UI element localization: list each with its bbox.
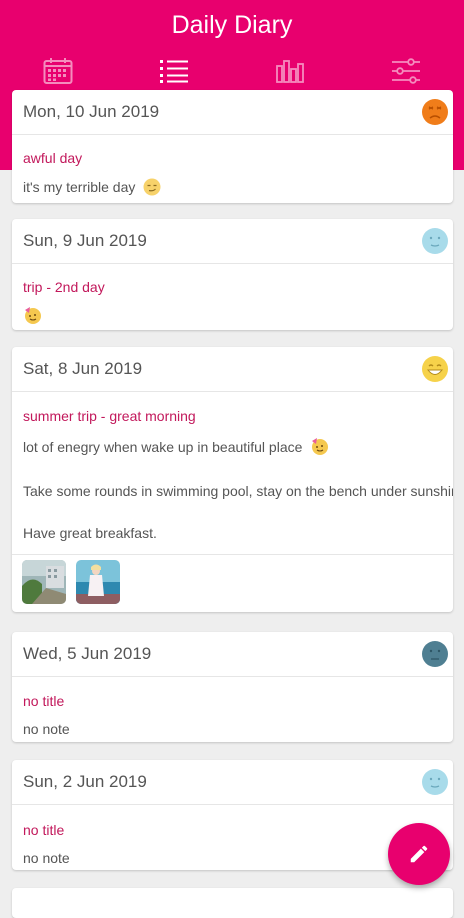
pencil-icon	[410, 845, 428, 863]
diary-entry-card[interactable]: Mon, 10 Jun 2019 awful day it's my terri…	[12, 90, 453, 203]
entry-title: no title	[23, 693, 65, 709]
entry-note: no note	[23, 850, 70, 866]
entry-note-text: lot of enegry when wake up in beautiful …	[23, 439, 303, 455]
list-icon	[160, 60, 188, 83]
entry-date: Wed, 5 Jun 2019	[23, 644, 152, 663]
entry-date: Mon, 10 Jun 2019	[23, 102, 160, 121]
photo-image	[76, 560, 120, 604]
tab-settings[interactable]	[348, 52, 464, 90]
entry-title: summer trip - great morning	[23, 408, 196, 424]
diary-entry-card[interactable]	[12, 888, 453, 918]
diary-entry-card[interactable]: Sun, 9 Jun 2019 trip - 2nd day	[12, 219, 453, 330]
photo-image	[22, 560, 66, 604]
calm-face-icon	[422, 228, 448, 254]
entry-title: no title	[23, 822, 65, 838]
app-title: Daily Diary	[171, 11, 293, 39]
tab-statistics[interactable]	[232, 52, 348, 90]
diary-entry-card[interactable]: Sat, 8 Jun 2019 summer trip - great morn…	[12, 347, 453, 612]
calendar-icon	[43, 58, 73, 84]
entry-title: trip - 2nd day	[23, 279, 105, 295]
bar-chart-icon	[276, 60, 304, 83]
diary-entry-card[interactable]: Wed, 5 Jun 2019 no title no note	[12, 632, 453, 742]
entry-note-text: it's my terrible day	[23, 179, 136, 195]
entry-note: Take some rounds in swimming pool, stay …	[23, 483, 453, 499]
entry-date: Sun, 2 Jun 2019	[23, 772, 147, 791]
entry-header: Sun, 2 Jun 2019	[12, 760, 453, 805]
angry-face-icon	[422, 99, 448, 125]
entry-note: it's my terrible day	[23, 178, 161, 196]
entry-title: awful day	[23, 150, 83, 166]
entry-header: Sun, 9 Jun 2019	[12, 219, 453, 264]
entry-date: Sun, 9 Jun 2019	[23, 231, 147, 250]
calm-face-icon	[422, 769, 448, 795]
tab-calendar[interactable]	[0, 52, 116, 90]
party-face-emoji-icon	[312, 438, 329, 455]
photo-thumbnail[interactable]	[76, 560, 120, 604]
entry-note: Have great breakfast.	[23, 525, 157, 541]
happy-face-icon	[422, 356, 448, 382]
new-entry-button[interactable]	[388, 823, 450, 885]
entry-header: Mon, 10 Jun 2019	[12, 90, 453, 135]
entry-note: no note	[23, 721, 70, 737]
tab-list[interactable]	[116, 52, 232, 90]
photo-thumbnail[interactable]	[22, 560, 66, 604]
sad-face-icon	[422, 641, 448, 667]
entry-date: Sat, 8 Jun 2019	[23, 359, 143, 378]
entry-note: lot of enegry when wake up in beautiful …	[23, 436, 330, 456]
divider	[12, 554, 453, 555]
smirk-emoji-icon	[143, 178, 161, 196]
tab-bar	[0, 52, 464, 90]
sliders-icon	[392, 58, 420, 84]
party-face-emoji-icon	[25, 307, 41, 324]
entry-header: Wed, 5 Jun 2019	[12, 632, 453, 677]
entry-header: Sat, 8 Jun 2019	[12, 347, 453, 392]
diary-entry-card[interactable]: Sun, 2 Jun 2019 no title no note	[12, 760, 453, 870]
